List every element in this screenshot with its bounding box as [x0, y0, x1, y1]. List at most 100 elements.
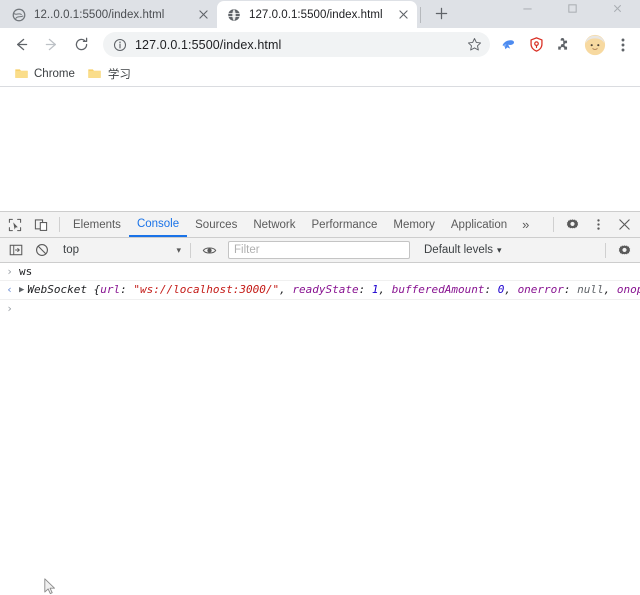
browser-tab-1[interactable]: 12..0.0.1:5500/index.html: [2, 1, 217, 28]
window-minimize-button[interactable]: [505, 0, 550, 17]
devtools-tab-label: Memory: [393, 218, 435, 231]
chevron-down-icon: ▾: [497, 244, 502, 255]
comma-sep: ,: [378, 283, 392, 296]
devtools-toolbar-right: [548, 213, 640, 237]
console-input-gutter-icon: ›: [6, 265, 13, 278]
console-result-text: ▶ WebSocket {url: "ws://localhost:3000/",…: [19, 282, 640, 298]
console-prompt-line[interactable]: ›: [0, 300, 640, 317]
console-filter-input[interactable]: Filter: [228, 241, 410, 259]
devtools-tab-label: Sources: [195, 218, 238, 231]
live-expression-eye-icon[interactable]: [196, 238, 222, 262]
console-input-text: ws: [19, 264, 640, 279]
prop-key-onerror: onerror: [517, 283, 564, 296]
tab-title: 127.0.0.1:5500/index.html: [249, 8, 383, 21]
console-expression: ws: [19, 265, 33, 278]
bookmark-item-study[interactable]: 学习: [85, 64, 137, 84]
new-tab-button[interactable]: [427, 0, 455, 27]
prop-key-bufferedamount: bufferedAmount: [391, 283, 485, 296]
reload-button[interactable]: [67, 31, 95, 59]
console-input-line: › ws: [0, 263, 640, 281]
folder-icon: [13, 66, 29, 82]
console-result-gutter-icon: ‹: [6, 283, 13, 296]
bookmarks-bar: Chrome 学习: [0, 61, 640, 87]
forward-button[interactable]: [37, 31, 65, 59]
bookmark-item-chrome[interactable]: Chrome: [11, 64, 81, 84]
back-button[interactable]: [7, 31, 35, 59]
devtools-tab-elements[interactable]: Elements: [65, 212, 129, 237]
devtools-tab-application[interactable]: Application: [443, 212, 515, 237]
prop-value-url: "ws://localhost:3000/": [133, 283, 280, 296]
puzzle-extensions-icon[interactable]: [552, 33, 576, 57]
prop-key-url: url: [100, 283, 121, 296]
console-output[interactable]: › ws ‹ ▶ WebSocket {url: "ws://localhost:…: [0, 263, 640, 570]
generic-page-icon: [11, 7, 26, 22]
object-class-name: WebSocket: [27, 283, 94, 296]
devtools-tab-sources[interactable]: Sources: [187, 212, 245, 237]
extension-icons: [494, 33, 578, 57]
inspect-element-icon[interactable]: [2, 213, 28, 237]
site-info-icon[interactable]: [112, 37, 128, 53]
devtools-tab-network[interactable]: Network: [245, 212, 303, 237]
chevron-down-icon: ▾: [176, 244, 181, 255]
console-toolbar-right: [600, 238, 640, 262]
bookmark-label: 学习: [107, 68, 131, 81]
devtools-tab-console[interactable]: Console: [128, 212, 188, 237]
console-context-selector[interactable]: top ▾: [57, 241, 185, 260]
expand-object-arrow-icon[interactable]: ▶: [19, 283, 24, 298]
console-toolbar-separator: [190, 242, 191, 258]
devtools-tab-label: Network: [253, 218, 296, 231]
devtools-tab-label: Console: [136, 217, 180, 230]
window-maximize-button[interactable]: [550, 0, 595, 17]
colon-sep: :: [120, 283, 134, 296]
devtools-tab-label: Application: [450, 218, 508, 231]
comma-sep: ,: [504, 283, 518, 296]
tab-close-icon[interactable]: [195, 7, 211, 23]
console-log-levels-selector[interactable]: Default levels ▾: [424, 244, 502, 256]
devtools-kebab-menu-icon[interactable]: [585, 213, 611, 237]
console-settings-gear-icon[interactable]: [611, 238, 637, 262]
clear-console-icon[interactable]: [29, 238, 55, 262]
device-toolbar-icon[interactable]: [28, 213, 54, 237]
devtools-right-separator: [553, 217, 554, 232]
devtools-close-icon[interactable]: [611, 213, 637, 237]
chrome-menu-button[interactable]: [612, 32, 634, 58]
devtools-tab-bar: Elements Console Sources Network Perform…: [0, 212, 640, 238]
console-context-label: top: [63, 244, 79, 256]
tab-title: 12..0.0.1:5500/index.html: [34, 8, 165, 21]
address-bar-url: 127.0.0.1:5500/index.html: [135, 37, 282, 52]
browser-window: 12..0.0.1:5500/index.html 127.0.0.1:5500…: [0, 0, 640, 595]
colon-sep: :: [358, 283, 372, 296]
devtools-more-panels-button[interactable]: »: [515, 212, 536, 237]
window-close-button[interactable]: [595, 0, 640, 17]
devtools-tab-performance[interactable]: Performance: [304, 212, 386, 237]
tab-strip: 12..0.0.1:5500/index.html 127.0.0.1:5500…: [0, 0, 640, 28]
console-log-levels-label: Default levels: [424, 244, 494, 256]
tab-separator: [420, 7, 421, 23]
window-controls: [505, 0, 640, 17]
devtools-tab-memory[interactable]: Memory: [385, 212, 443, 237]
console-result-line: ‹ ▶ WebSocket {url: "ws://localhost:3000/…: [0, 281, 640, 300]
bookmark-label: Chrome: [34, 67, 75, 80]
prop-key-readystate: readyState: [292, 283, 359, 296]
devtools-settings-gear-icon[interactable]: [559, 213, 585, 237]
address-bar[interactable]: 127.0.0.1:5500/index.html: [103, 32, 490, 57]
bookmark-star-icon[interactable]: [462, 33, 486, 57]
folder-icon: [87, 66, 103, 82]
prop-value-onerror: null: [577, 283, 604, 296]
colon-sep: :: [563, 283, 578, 296]
comma-sep: ,: [279, 283, 293, 296]
browser-toolbar: 127.0.0.1:5500/index.html: [0, 28, 640, 61]
page-viewport[interactable]: [0, 87, 640, 211]
bird-extension-icon[interactable]: [496, 33, 520, 57]
console-prompt-gutter-icon: ›: [6, 302, 13, 315]
console-sidebar-toggle-icon[interactable]: [3, 238, 29, 262]
profile-avatar[interactable]: [582, 32, 608, 58]
browser-tab-2[interactable]: 127.0.0.1:5500/index.html: [217, 1, 417, 28]
mouse-cursor: [44, 578, 56, 595]
prop-key-onopen: onopen: [616, 283, 640, 296]
shield-extension-icon[interactable]: [524, 33, 548, 57]
comma-sep: ,: [603, 283, 617, 296]
tab-close-icon[interactable]: [395, 7, 411, 23]
devtools-toolbar-separator: [59, 217, 60, 232]
console-toolbar: top ▾ Filter Default levels ▾: [0, 238, 640, 263]
